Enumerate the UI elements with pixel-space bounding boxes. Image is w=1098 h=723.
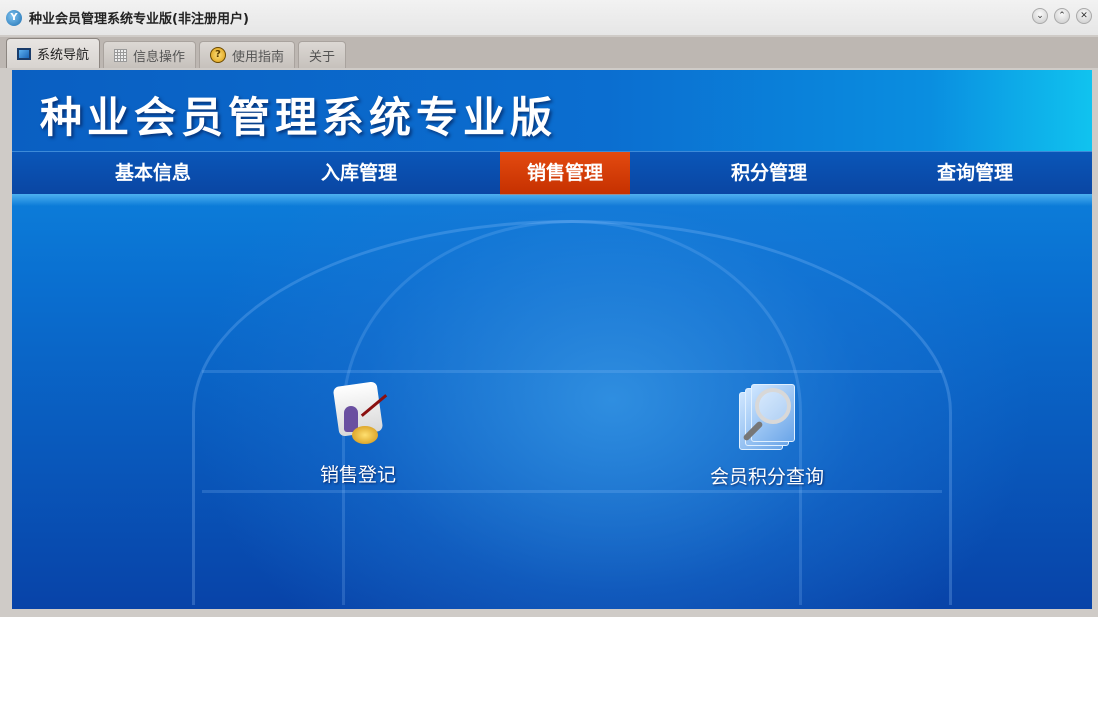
title-bar: Y 种业会员管理系统专业版(非注册用户) ⌄ ⌃ ✕ [0, 0, 1098, 35]
tab-info-operation[interactable]: 信息操作 [103, 41, 197, 68]
globe-latitude [202, 490, 942, 493]
tab-label: 使用指南 [232, 49, 285, 65]
nav-basic-info[interactable]: 基本信息 [88, 152, 218, 195]
monitor-icon [17, 47, 31, 60]
nav-sales[interactable]: 销售管理 [500, 152, 630, 195]
tab-system-navigation[interactable]: 系统导航 [6, 38, 101, 68]
close-button[interactable]: ✕ [1076, 8, 1092, 24]
page: Y 种业会员管理系统专业版(非注册用户) ⌄ ⌃ ✕ 系统导航 信息操作 ? 使… [0, 0, 1098, 723]
tab-label: 关于 [309, 49, 336, 65]
tab-user-guide[interactable]: ? 使用指南 [199, 41, 296, 68]
maximize-button[interactable]: ⌃ [1054, 8, 1070, 24]
sales-register-button[interactable]: 销售登记 [308, 381, 408, 487]
app-logo-icon: Y [6, 9, 22, 26]
member-points-query-button[interactable]: 会员积分查询 [702, 384, 832, 489]
module-nav: 基本信息 入库管理 销售管理 积分管理 查询管理 [12, 151, 1092, 195]
nav-glow [12, 194, 1092, 206]
nav-query[interactable]: 查询管理 [910, 152, 1040, 195]
sales-register-icon [328, 381, 388, 452]
nav-stock-in[interactable]: 入库管理 [294, 152, 424, 195]
nav-points[interactable]: 积分管理 [704, 152, 834, 195]
globe-latitude [202, 370, 942, 373]
navigation-panel: 种业会员管理系统专业版 基本信息 入库管理 销售管理 积分管理 查询管理 销售登… [12, 70, 1092, 609]
tab-label: 信息操作 [133, 49, 186, 65]
minimize-button[interactable]: ⌄ [1032, 8, 1048, 24]
app-window: Y 种业会员管理系统专业版(非注册用户) ⌄ ⌃ ✕ 系统导航 信息操作 ? 使… [0, 0, 1098, 617]
tab-strip: 系统导航 信息操作 ? 使用指南 关于 [0, 37, 1098, 68]
banner-title: 种业会员管理系统专业版 [40, 93, 558, 142]
function-label: 销售登记 [319, 464, 396, 486]
help-icon: ? [210, 47, 227, 63]
search-document-icon [735, 384, 799, 456]
header-banner: 种业会员管理系统专业版 [12, 70, 1092, 151]
tab-label: 系统导航 [37, 48, 90, 63]
function-label: 会员积分查询 [709, 466, 824, 488]
grid-icon [114, 48, 128, 62]
tab-about[interactable]: 关于 [298, 41, 347, 68]
window-title: 种业会员管理系统专业版(非注册用户) [29, 12, 249, 27]
